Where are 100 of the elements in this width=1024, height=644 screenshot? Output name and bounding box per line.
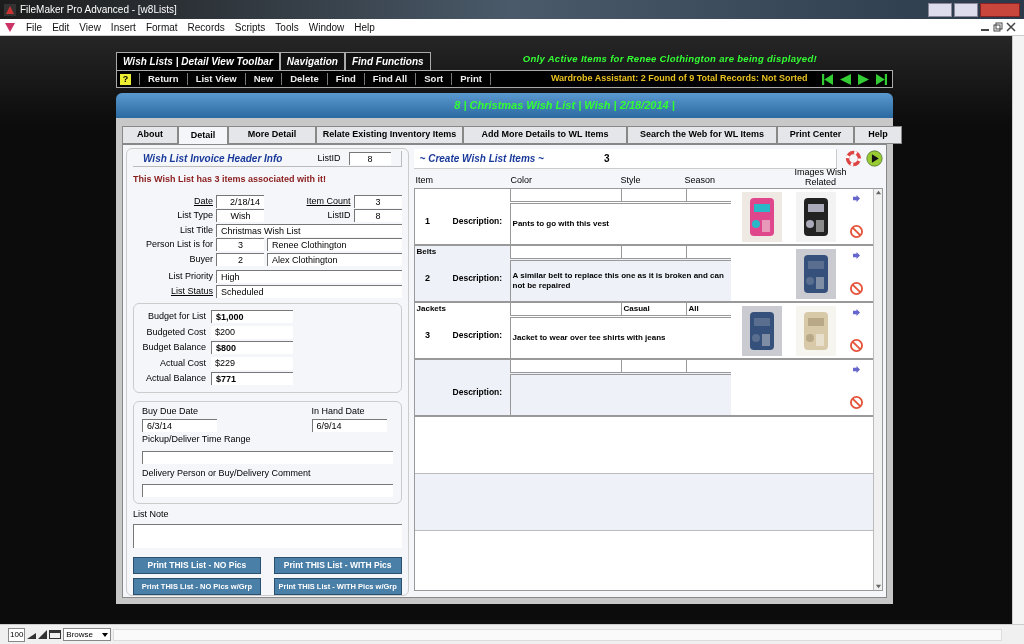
arrow-icon[interactable]: [853, 252, 861, 259]
arrow-icon[interactable]: [853, 195, 861, 202]
budget-field[interactable]: $1,000: [211, 310, 293, 324]
season-field[interactable]: [685, 360, 731, 373]
toolbar-button[interactable]: Find: [335, 71, 356, 87]
delete-icon[interactable]: [850, 339, 864, 352]
toolbar-button[interactable]: Find All: [372, 71, 408, 87]
layout-tab[interactable]: Relate Existing Inventory Items: [316, 126, 463, 144]
toolbar-button[interactable]: List View: [195, 71, 237, 87]
next-record-icon[interactable]: [858, 73, 869, 85]
last-record-icon[interactable]: [876, 73, 887, 85]
toolbar-button[interactable]: Sort: [424, 71, 444, 87]
color-field[interactable]: [509, 360, 621, 373]
arrow-icon[interactable]: [853, 366, 861, 373]
print-button[interactable]: Print THIS List - NO Pics: [133, 557, 261, 574]
close-icon[interactable]: [1006, 22, 1016, 32]
pickup-range-field[interactable]: [142, 450, 393, 464]
field-label[interactable]: Date: [133, 194, 213, 208]
zoom-out-icon[interactable]: [27, 630, 37, 639]
season-field[interactable]: [685, 246, 731, 259]
budget-field[interactable]: $229: [211, 356, 293, 370]
window-scrollbar[interactable]: [1012, 36, 1024, 624]
maximize-button[interactable]: [954, 2, 978, 17]
scroll-up-icon[interactable]: [874, 189, 882, 196]
buyer-id-field[interactable]: 2: [216, 252, 264, 266]
date-field[interactable]: 2/18/14: [216, 194, 264, 208]
description-field[interactable]: Pants to go with this vest: [509, 203, 731, 244]
toolbar-button[interactable]: Return: [148, 71, 179, 87]
layout-tab[interactable]: Print Center: [777, 126, 854, 144]
budget-field[interactable]: $800: [211, 341, 293, 355]
layout-tab[interactable]: Help: [854, 126, 902, 144]
layout-tab[interactable]: Detail: [178, 126, 228, 144]
style-field[interactable]: [620, 360, 686, 373]
scroll-down-icon[interactable]: [874, 583, 882, 590]
toolbar-button[interactable]: Print: [460, 71, 482, 87]
buyer-name-field[interactable]: Alex Clothington: [267, 252, 402, 266]
style-field[interactable]: [620, 246, 686, 259]
status-toolbar-icon[interactable]: [49, 630, 62, 639]
style-field[interactable]: Casual: [620, 303, 686, 316]
menu-item[interactable]: Records: [187, 19, 225, 35]
play-icon[interactable]: [866, 150, 883, 167]
scrollbar[interactable]: [873, 189, 882, 590]
menu-item[interactable]: Format: [145, 19, 178, 35]
color-field[interactable]: [509, 246, 621, 259]
layout-tab[interactable]: About: [122, 126, 178, 144]
description-field[interactable]: Jacket to wear over tee shirts with jeans: [509, 317, 731, 358]
toolbar-tab[interactable]: Wish Lists | Detail View Toolbar: [116, 52, 280, 70]
buy-due-date-field[interactable]: 6/3/14: [142, 419, 217, 432]
help-button[interactable]: ?: [120, 73, 131, 85]
person-name-field[interactable]: Renee Clothington: [267, 238, 402, 252]
minimize-button[interactable]: [928, 2, 952, 17]
restore-icon[interactable]: [993, 22, 1003, 32]
menu-item[interactable]: View: [79, 19, 101, 35]
list-note-field[interactable]: [133, 523, 402, 548]
mode-dropdown[interactable]: Browse: [63, 628, 112, 641]
menu-item[interactable]: Edit: [52, 19, 70, 35]
season-field[interactable]: All: [685, 303, 731, 316]
menu-item[interactable]: Insert: [110, 19, 136, 35]
app-menu-icon[interactable]: [4, 21, 16, 33]
listid-field[interactable]: 8: [348, 152, 391, 165]
status-field[interactable]: Scheduled: [216, 284, 402, 298]
toolbar-tab[interactable]: Find Functions: [344, 52, 431, 70]
caret-icon[interactable]: [102, 632, 109, 637]
description-field[interactable]: A similar belt to replace this one as it is broken and can not be repaired: [509, 260, 731, 301]
priority-field[interactable]: High: [216, 270, 402, 284]
zoom-in-icon[interactable]: [38, 630, 48, 639]
style-field[interactable]: [620, 189, 686, 202]
delete-icon[interactable]: [850, 396, 864, 409]
horizontal-scrollbar[interactable]: [113, 628, 1002, 641]
previous-record-icon[interactable]: [840, 73, 851, 85]
color-field[interactable]: [509, 303, 621, 316]
layout-tab[interactable]: More Detail: [228, 126, 316, 144]
description-field[interactable]: [509, 374, 731, 415]
print-button[interactable]: Print THIS List - WITH Pics: [273, 557, 402, 574]
color-field[interactable]: [509, 189, 621, 202]
item-count-field[interactable]: 3: [353, 194, 402, 208]
menu-item[interactable]: File: [26, 19, 43, 35]
field-label[interactable]: Item Count: [267, 194, 351, 208]
menu-item[interactable]: Window: [308, 19, 345, 35]
toolbar-button[interactable]: New: [253, 71, 274, 87]
toolbar-tab[interactable]: Navigation: [279, 52, 345, 70]
menu-item[interactable]: Tools: [275, 19, 299, 35]
arrow-icon[interactable]: [853, 309, 861, 316]
budget-field[interactable]: $771: [211, 372, 293, 386]
season-field[interactable]: [685, 189, 731, 202]
toolbar-button[interactable]: Delete: [290, 71, 319, 87]
list-title-field[interactable]: Christmas Wish List: [216, 223, 402, 237]
layout-tab[interactable]: Add More Details to WL Items: [463, 126, 627, 144]
lifebuoy-icon[interactable]: [845, 150, 862, 167]
zoom-level[interactable]: 100: [8, 627, 26, 642]
delete-icon[interactable]: [850, 225, 864, 238]
in-hand-date-field[interactable]: 6/9/14: [311, 419, 387, 432]
first-record-icon[interactable]: [822, 73, 833, 85]
layout-tab[interactable]: Search the Web for WL Items: [627, 126, 777, 144]
field-label[interactable]: List Status: [133, 284, 213, 298]
person-id-field[interactable]: 3: [216, 238, 264, 252]
menu-item[interactable]: Scripts: [234, 19, 266, 35]
list-type-field[interactable]: Wish: [216, 209, 264, 223]
menu-item[interactable]: Help: [354, 19, 375, 35]
list-id-field[interactable]: 8: [353, 209, 402, 223]
